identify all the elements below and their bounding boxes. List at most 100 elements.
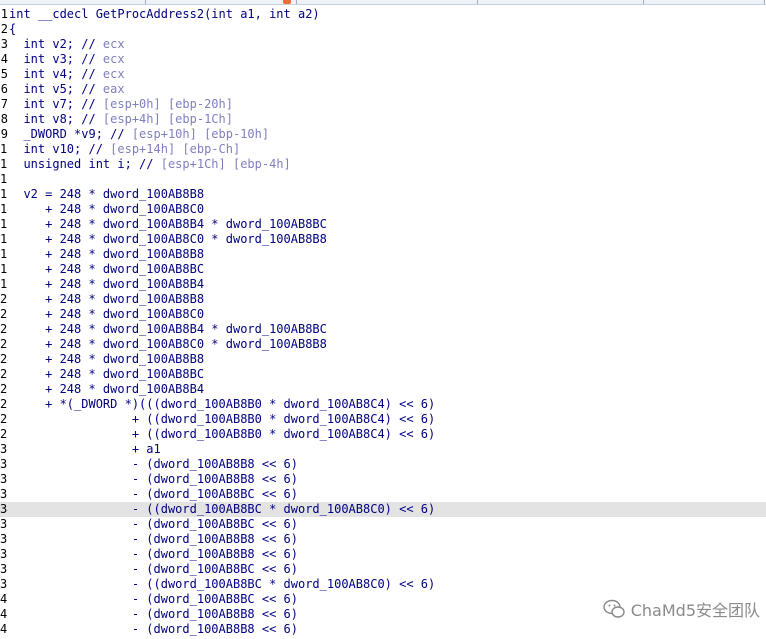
line-number: 3 — [0, 37, 8, 51]
code-line[interactable]: 39 - ((dword_100AB8BC * dword_100AB8C0) … — [0, 577, 766, 592]
code-line[interactable]: 16 + 248 * dword_100AB8C0 * dword_100AB8… — [0, 232, 766, 247]
line-number: 22 — [0, 322, 8, 336]
code-line[interactable]: 25 + 248 * dword_100AB8BC — [0, 367, 766, 382]
line-number: 13 — [0, 187, 8, 201]
tab[interactable] — [644, 0, 765, 4]
code-text: + 248 * dword_100AB8B4 — [9, 277, 205, 291]
line-number: 21 — [0, 307, 8, 321]
code-text: + 248 * dword_100AB8C0 — [9, 202, 205, 216]
code-line[interactable]: 8 int v8; // [esp+4h] [ebp-1Ch] — [0, 112, 766, 127]
pseudocode-view[interactable]: 1 int __cdecl GetProcAddress2(int a1, int… — [0, 7, 766, 639]
code-text: - (dword_100AB8B8 << 6) — [9, 607, 298, 621]
code-text: + ((dword_100AB8B0 * dword_100AB8C4) << … — [9, 427, 436, 441]
code-text: + 248 * dword_100AB8C0 * dword_100AB8B8 — [9, 337, 327, 351]
code-line[interactable]: 5 int v4; // ecx — [0, 67, 766, 82]
code-text: int v5; // eax — [9, 82, 125, 96]
line-number: 33 — [0, 487, 8, 501]
code-line[interactable]: 17 + 248 * dword_100AB8B8 — [0, 247, 766, 262]
code-text: + 248 * dword_100AB8BC — [9, 367, 205, 381]
line-number: 8 — [0, 112, 8, 126]
code-text: + 248 * dword_100AB8B4 * dword_100AB8BC — [9, 322, 327, 336]
line-number: 31 — [0, 457, 8, 471]
code-comment: [esp+10h] [ebp-10h] — [124, 127, 270, 141]
code-line[interactable]: 38 - (dword_100AB8BC << 6) — [0, 562, 766, 577]
code-line[interactable]: 35 - (dword_100AB8BC << 6) — [0, 517, 766, 532]
code-line[interactable]: 3 int v2; // ecx — [0, 37, 766, 52]
tab[interactable] — [478, 0, 644, 4]
code-line[interactable]: 30 + a1 — [0, 442, 766, 457]
code-text: int v3; // ecx — [9, 52, 125, 66]
code-line[interactable]: 18 + 248 * dword_100AB8BC — [0, 262, 766, 277]
code-line[interactable]: 27 + *(_DWORD *)(((dword_100AB8B0 * dwor… — [0, 397, 766, 412]
code-line[interactable]: 9 _DWORD *v9; // [esp+10h] [ebp-10h] — [0, 127, 766, 142]
code-text: + 248 * dword_100AB8C0 — [9, 307, 205, 321]
code-text: + 248 * dword_100AB8BC — [9, 262, 205, 276]
code-line[interactable]: 29 + ((dword_100AB8B0 * dword_100AB8C4) … — [0, 427, 766, 442]
watermark: ChaMd5安全团队 — [603, 597, 760, 621]
code-text: - (dword_100AB8BC << 6) — [9, 562, 298, 576]
line-number: 12 — [0, 172, 8, 186]
code-text: - ((dword_100AB8BC * dword_100AB8C0) << … — [9, 577, 436, 591]
code-line[interactable]: 6 int v5; // eax — [0, 82, 766, 97]
code-line[interactable]: 10 int v10; // [esp+14h] [ebp-Ch] — [0, 142, 766, 157]
code-line[interactable]: 11 unsigned int i; // [esp+1Ch] [ebp-4h] — [0, 157, 766, 172]
code-comment: eax — [95, 82, 125, 96]
code-line[interactable]: 12 — [0, 172, 766, 187]
line-number: 1 — [0, 7, 8, 21]
line-number: 14 — [0, 202, 8, 216]
code-line[interactable]: 28 + ((dword_100AB8B0 * dword_100AB8C4) … — [0, 412, 766, 427]
code-line[interactable]: 2{ — [0, 22, 766, 37]
code-comment: ecx — [95, 37, 125, 51]
code-text: + ((dword_100AB8B0 * dword_100AB8C4) << … — [9, 412, 436, 426]
code-line[interactable]: 34 - ((dword_100AB8BC * dword_100AB8C0) … — [0, 502, 766, 517]
code-line[interactable]: 14 + 248 * dword_100AB8C0 — [0, 202, 766, 217]
code-line[interactable]: 23 + 248 * dword_100AB8C0 * dword_100AB8… — [0, 337, 766, 352]
code-line[interactable]: 20 + 248 * dword_100AB8B8 — [0, 292, 766, 307]
code-line[interactable]: 42 - (dword_100AB8B8 << 6) — [0, 622, 766, 637]
code-line[interactable]: 33 - (dword_100AB8BC << 6) — [0, 487, 766, 502]
tab-strip — [0, 0, 766, 5]
code-text: + 248 * dword_100AB8B4 — [9, 382, 205, 396]
line-number: 42 — [0, 622, 8, 636]
code-line[interactable]: 26 + 248 * dword_100AB8B4 — [0, 382, 766, 397]
tab[interactable] — [0, 0, 146, 4]
code-text: - (dword_100AB8BC << 6) — [9, 592, 298, 606]
line-number: 6 — [0, 82, 8, 96]
code-text: { — [9, 22, 17, 36]
line-number: 18 — [0, 262, 8, 276]
line-number: 17 — [0, 247, 8, 261]
code-text: - (dword_100AB8B8 << 6) — [9, 532, 298, 546]
code-comment: [esp+4h] [ebp-1Ch] — [95, 112, 233, 126]
code-line[interactable]: 21 + 248 * dword_100AB8C0 — [0, 307, 766, 322]
code-text: - (dword_100AB8BC << 6) — [9, 517, 298, 531]
code-line[interactable]: 19 + 248 * dword_100AB8B4 — [0, 277, 766, 292]
code-line[interactable]: 32 - (dword_100AB8B8 << 6) — [0, 472, 766, 487]
line-number: 4 — [0, 52, 8, 66]
code-line[interactable]: 37 - (dword_100AB8B8 << 6) — [0, 547, 766, 562]
line-number: 41 — [0, 607, 8, 621]
line-number: 35 — [0, 517, 8, 531]
code-line[interactable]: 36 - (dword_100AB8B8 << 6) — [0, 532, 766, 547]
code-comment: [esp+0h] [ebp-20h] — [95, 97, 233, 111]
code-text: + a1 — [9, 442, 161, 456]
wechat-icon — [603, 599, 625, 618]
code-line[interactable]: 1 int __cdecl GetProcAddress2(int a1, int… — [0, 7, 766, 22]
tab-active[interactable] — [146, 0, 297, 4]
line-number: 2 — [0, 22, 8, 36]
code-text: - ((dword_100AB8BC * dword_100AB8C0) << … — [9, 502, 436, 516]
code-line[interactable]: 24 + 248 * dword_100AB8B8 — [0, 352, 766, 367]
code-text: - (dword_100AB8B8 << 6) — [9, 457, 298, 471]
code-line[interactable]: 4 int v3; // ecx — [0, 52, 766, 67]
code-line[interactable]: 15 + 248 * dword_100AB8B4 * dword_100AB8… — [0, 217, 766, 232]
tab[interactable] — [297, 0, 478, 4]
code-line[interactable]: 7 int v7; // [esp+0h] [ebp-20h] — [0, 97, 766, 112]
code-line[interactable]: 13 v2 = 248 * dword_100AB8B8 — [0, 187, 766, 202]
code-text: int v8; // [esp+4h] [ebp-1Ch] — [9, 112, 233, 126]
code-line[interactable]: 22 + 248 * dword_100AB8B4 * dword_100AB8… — [0, 322, 766, 337]
code-text: int __cdecl GetProcAddress2(int a1, int … — [9, 7, 320, 21]
code-line[interactable]: 31 - (dword_100AB8B8 << 6) — [0, 457, 766, 472]
line-number: 25 — [0, 367, 8, 381]
code-text: - (dword_100AB8BC << 6) — [9, 487, 298, 501]
code-text: + 248 * dword_100AB8B8 — [9, 352, 205, 366]
code-comment: ecx — [95, 67, 125, 81]
